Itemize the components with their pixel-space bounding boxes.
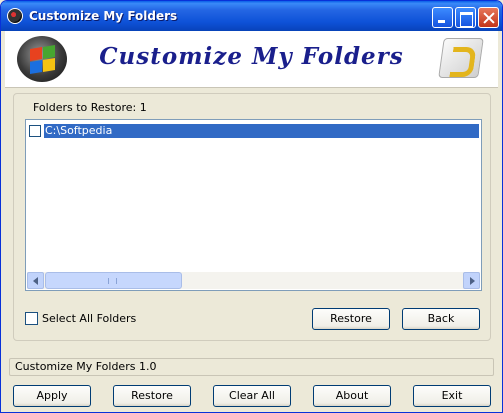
window-title: Customize My Folders [29, 9, 178, 23]
status-text: Customize My Folders 1.0 [15, 360, 157, 373]
minimize-icon[interactable] [432, 7, 453, 28]
status-bar: Customize My Folders 1.0 [9, 358, 494, 376]
question-mark-icon [438, 38, 484, 78]
exit-button[interactable]: Exit [413, 385, 491, 407]
back-button[interactable]: Back [402, 308, 480, 330]
select-all-checkbox[interactable] [25, 312, 38, 325]
maximize-icon[interactable] [455, 7, 476, 28]
restore-selected-button[interactable]: Restore [312, 308, 390, 330]
folders-to-restore-label: Folders to Restore: 1 [33, 101, 147, 114]
folder-list[interactable]: C:\Softpedia [25, 119, 482, 291]
title-bar[interactable]: Customize My Folders [1, 1, 502, 31]
close-icon[interactable] [478, 7, 499, 28]
list-item[interactable]: C:\Softpedia [28, 124, 479, 138]
clear-all-button[interactable]: Clear All [213, 385, 291, 407]
select-all-label[interactable]: Select All Folders [42, 312, 136, 325]
scroll-right-icon[interactable] [463, 272, 480, 289]
scroll-left-icon[interactable] [27, 272, 44, 289]
apply-button[interactable]: Apply [13, 385, 91, 407]
about-button[interactable]: About [313, 385, 391, 407]
scroll-thumb[interactable] [45, 272, 182, 289]
header-banner: Customize My Folders [5, 31, 498, 88]
main-window: Customize My Folders Customize My Folder… [0, 0, 503, 413]
folder-path[interactable]: C:\Softpedia [44, 124, 479, 138]
banner-title: Customize My Folders [99, 43, 404, 70]
folder-checkbox[interactable] [29, 125, 41, 137]
horizontal-scrollbar[interactable] [27, 272, 480, 289]
restore-button[interactable]: Restore [113, 385, 191, 407]
app-disc-icon[interactable] [7, 8, 23, 24]
